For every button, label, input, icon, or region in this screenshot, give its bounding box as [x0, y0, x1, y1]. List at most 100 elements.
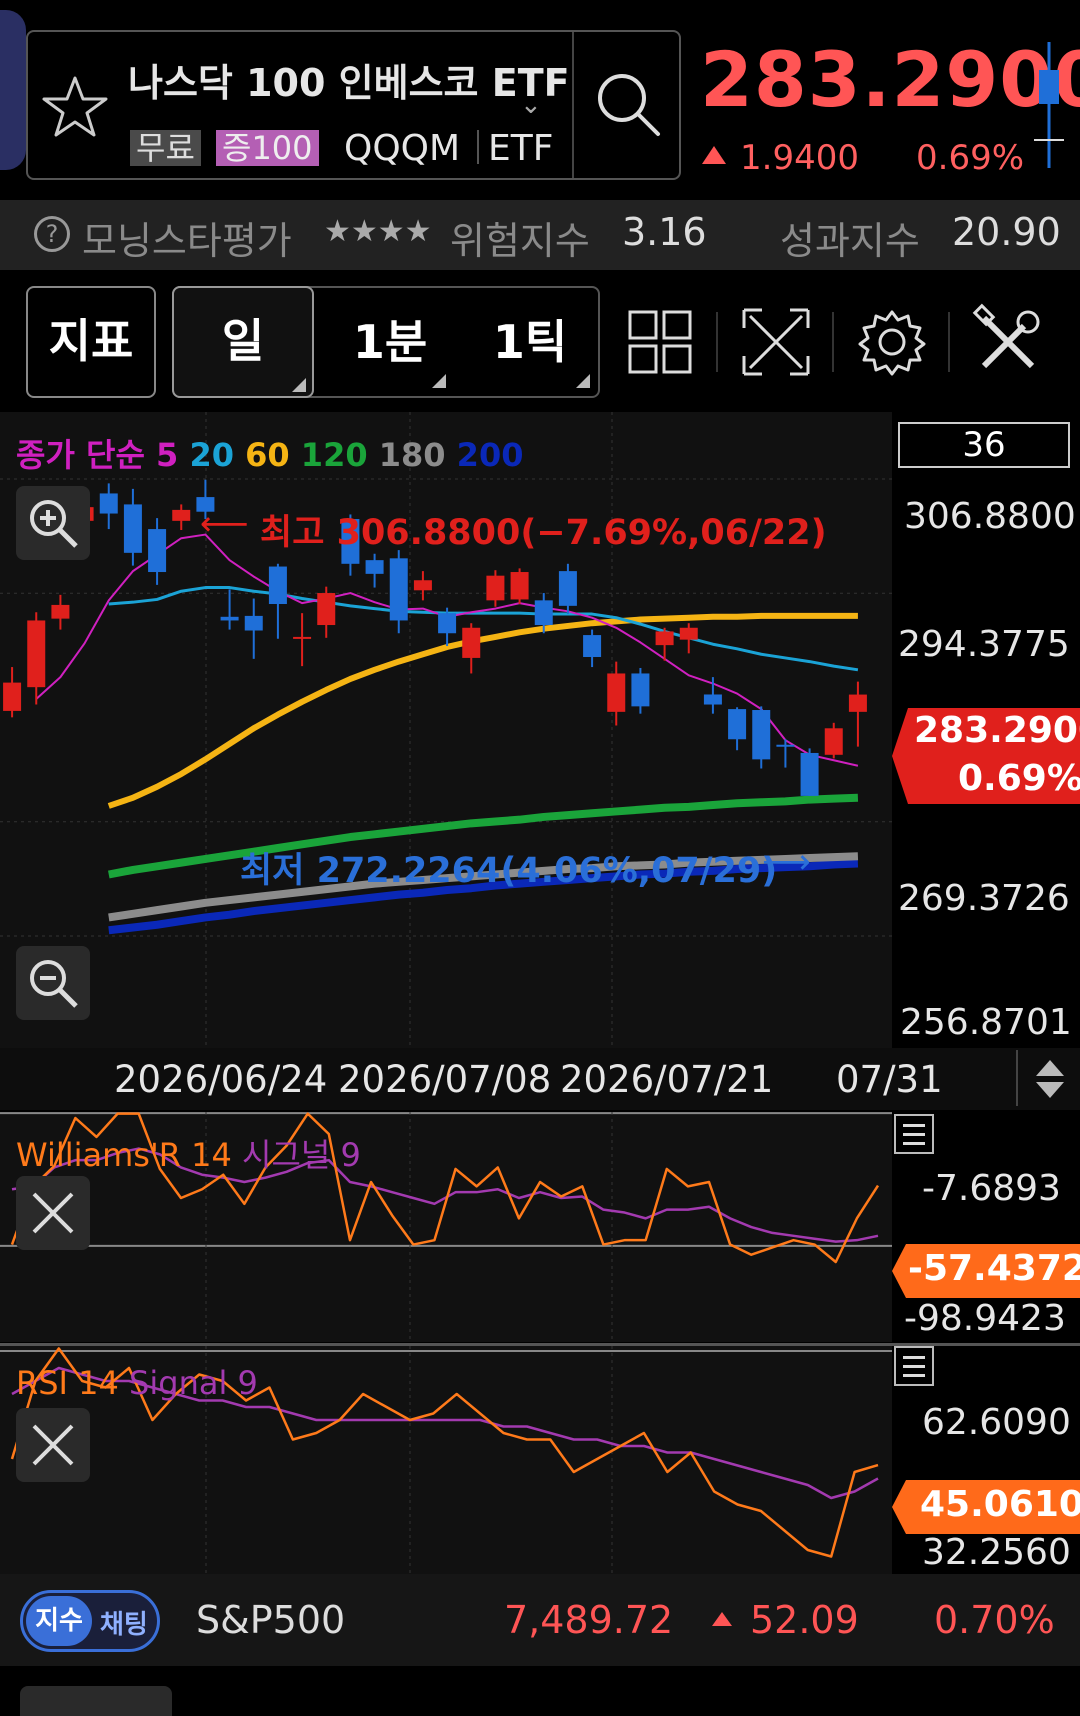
y-tick: 306.8800	[904, 496, 1076, 537]
rsi-label: RSI 14	[16, 1364, 119, 1402]
index-change: 52.09	[750, 1598, 859, 1642]
ma-legend: 종가 단순 5 20 60 120 180 200	[16, 430, 523, 476]
divider	[477, 130, 479, 164]
expand-icon[interactable]	[736, 302, 816, 382]
search-icon[interactable]	[586, 60, 676, 150]
candle-body	[486, 575, 505, 601]
indicator-menu-icon[interactable]	[894, 1346, 934, 1386]
y-tick: 62.6090	[922, 1402, 1071, 1443]
low-annotation: 최저 272.2264(4.06%,07/29)	[240, 851, 778, 891]
scroll-up-down-icon[interactable]	[1030, 1056, 1070, 1102]
x-tick: 2026/07/08	[338, 1058, 552, 1101]
chevron-down-icon[interactable]: ⌄	[520, 90, 542, 120]
dropdown-corner-icon	[292, 378, 306, 392]
grid-icon[interactable]	[620, 302, 700, 382]
risk-label: 위험지수	[450, 219, 590, 263]
price-change: 1.9400	[740, 138, 859, 178]
divider	[572, 32, 574, 178]
margin-badge: 증100	[216, 130, 319, 166]
up-triangle-icon	[712, 1612, 732, 1626]
dropdown-corner-icon	[432, 374, 446, 388]
performance-label: 성과지수	[780, 219, 920, 263]
divider	[716, 312, 718, 372]
morningstar-label: 모닝스타평가	[82, 219, 292, 263]
candle-count-box[interactable]: 36	[898, 422, 1070, 468]
y-tick: 294.3775	[898, 624, 1070, 665]
candle-body	[510, 572, 529, 600]
candle-body	[583, 635, 602, 658]
divider	[948, 312, 950, 372]
rsi-title: RSI 14 Signal 9	[16, 1364, 258, 1402]
low-arrow: ⟶	[762, 842, 811, 882]
zoom-out-icon[interactable]	[16, 946, 90, 1020]
help-icon[interactable]: ?	[34, 216, 70, 252]
close-indicator-icon[interactable]	[16, 1176, 90, 1250]
y-tick: -98.9423	[904, 1298, 1066, 1339]
bottom-tab[interactable]	[20, 1686, 172, 1716]
ma20-line	[108, 586, 859, 672]
candle-body	[172, 509, 191, 521]
zoom-in-icon[interactable]	[16, 486, 90, 560]
ma5-label: 5	[156, 436, 179, 474]
price-change-percent: 0.69%	[916, 138, 1025, 178]
close-indicator-icon[interactable]	[16, 1408, 90, 1482]
ma20-label: 20	[189, 436, 234, 474]
candle-body	[534, 600, 553, 626]
tools-icon[interactable]	[968, 302, 1048, 382]
williams-r-title: Williams'R 14 시그널 9	[16, 1130, 361, 1176]
ma60-label: 60	[245, 436, 290, 474]
candle-body	[655, 631, 674, 646]
instrument-type: ETF	[488, 128, 554, 169]
candle-body	[220, 616, 239, 621]
performance-value: 20.90	[952, 210, 1061, 254]
instrument-name[interactable]: 나스닥 100 인베스코 ETF	[128, 52, 570, 107]
favorite-star-icon[interactable]	[40, 72, 110, 142]
gear-icon[interactable]	[852, 302, 932, 382]
up-triangle-icon	[702, 146, 726, 164]
y-tick: -7.6893	[922, 1168, 1061, 1209]
y-tick: 269.3726	[898, 878, 1070, 919]
index-name: S&P500	[196, 1598, 346, 1642]
x-tick: 07/31	[836, 1058, 943, 1101]
ma-legend-prefix: 종가 단순	[16, 436, 145, 474]
candle-body	[389, 558, 408, 621]
candle-body	[268, 566, 287, 605]
candle-body	[728, 709, 747, 740]
ma180-label: 180	[378, 436, 446, 474]
divider	[832, 312, 834, 372]
williams-tag-value: -57.4372	[908, 1248, 1080, 1289]
side-drawer-handle[interactable]	[0, 10, 26, 170]
candle-body	[703, 694, 722, 705]
free-badge: 무료	[130, 130, 201, 166]
index-value: 7,489.72	[504, 1598, 674, 1642]
price-tag-percent: 0.69%	[958, 758, 1080, 799]
rsi-signal-label: Signal 9	[129, 1364, 258, 1402]
candle-body	[776, 744, 795, 747]
indicator-button[interactable]: 지표	[26, 286, 156, 398]
candle-body	[51, 604, 70, 619]
candle-body	[3, 682, 22, 711]
candle-body	[462, 627, 481, 658]
high-annotation: 최고 306.8800(−7.69%,06/22)	[260, 513, 827, 553]
candle-body	[293, 636, 312, 639]
williams-signal-label: 시그널 9	[242, 1136, 361, 1174]
indicator-menu-icon[interactable]	[894, 1114, 934, 1154]
candle-body	[752, 710, 771, 760]
current-price: 283.2900	[700, 35, 1080, 124]
candle-body	[631, 673, 650, 707]
toggle-chat[interactable]: 채팅	[100, 1604, 148, 1641]
candle-body	[679, 627, 698, 640]
candle-body	[558, 571, 577, 606]
dropdown-corner-icon	[576, 374, 590, 388]
toggle-index[interactable]: 지수	[26, 1596, 92, 1646]
candle-body	[99, 493, 118, 514]
x-tick: 2026/07/21	[560, 1058, 774, 1101]
x-tick: 2026/06/24	[114, 1058, 328, 1101]
williams-r-label: Williams'R 14	[16, 1136, 232, 1174]
period-tick-button[interactable]: 1틱	[470, 286, 590, 398]
ticker-symbol: QQQM	[344, 128, 461, 169]
risk-value: 3.16	[622, 210, 707, 254]
candle-body	[848, 694, 867, 712]
candle-body	[365, 560, 384, 574]
candle-body	[27, 620, 46, 688]
